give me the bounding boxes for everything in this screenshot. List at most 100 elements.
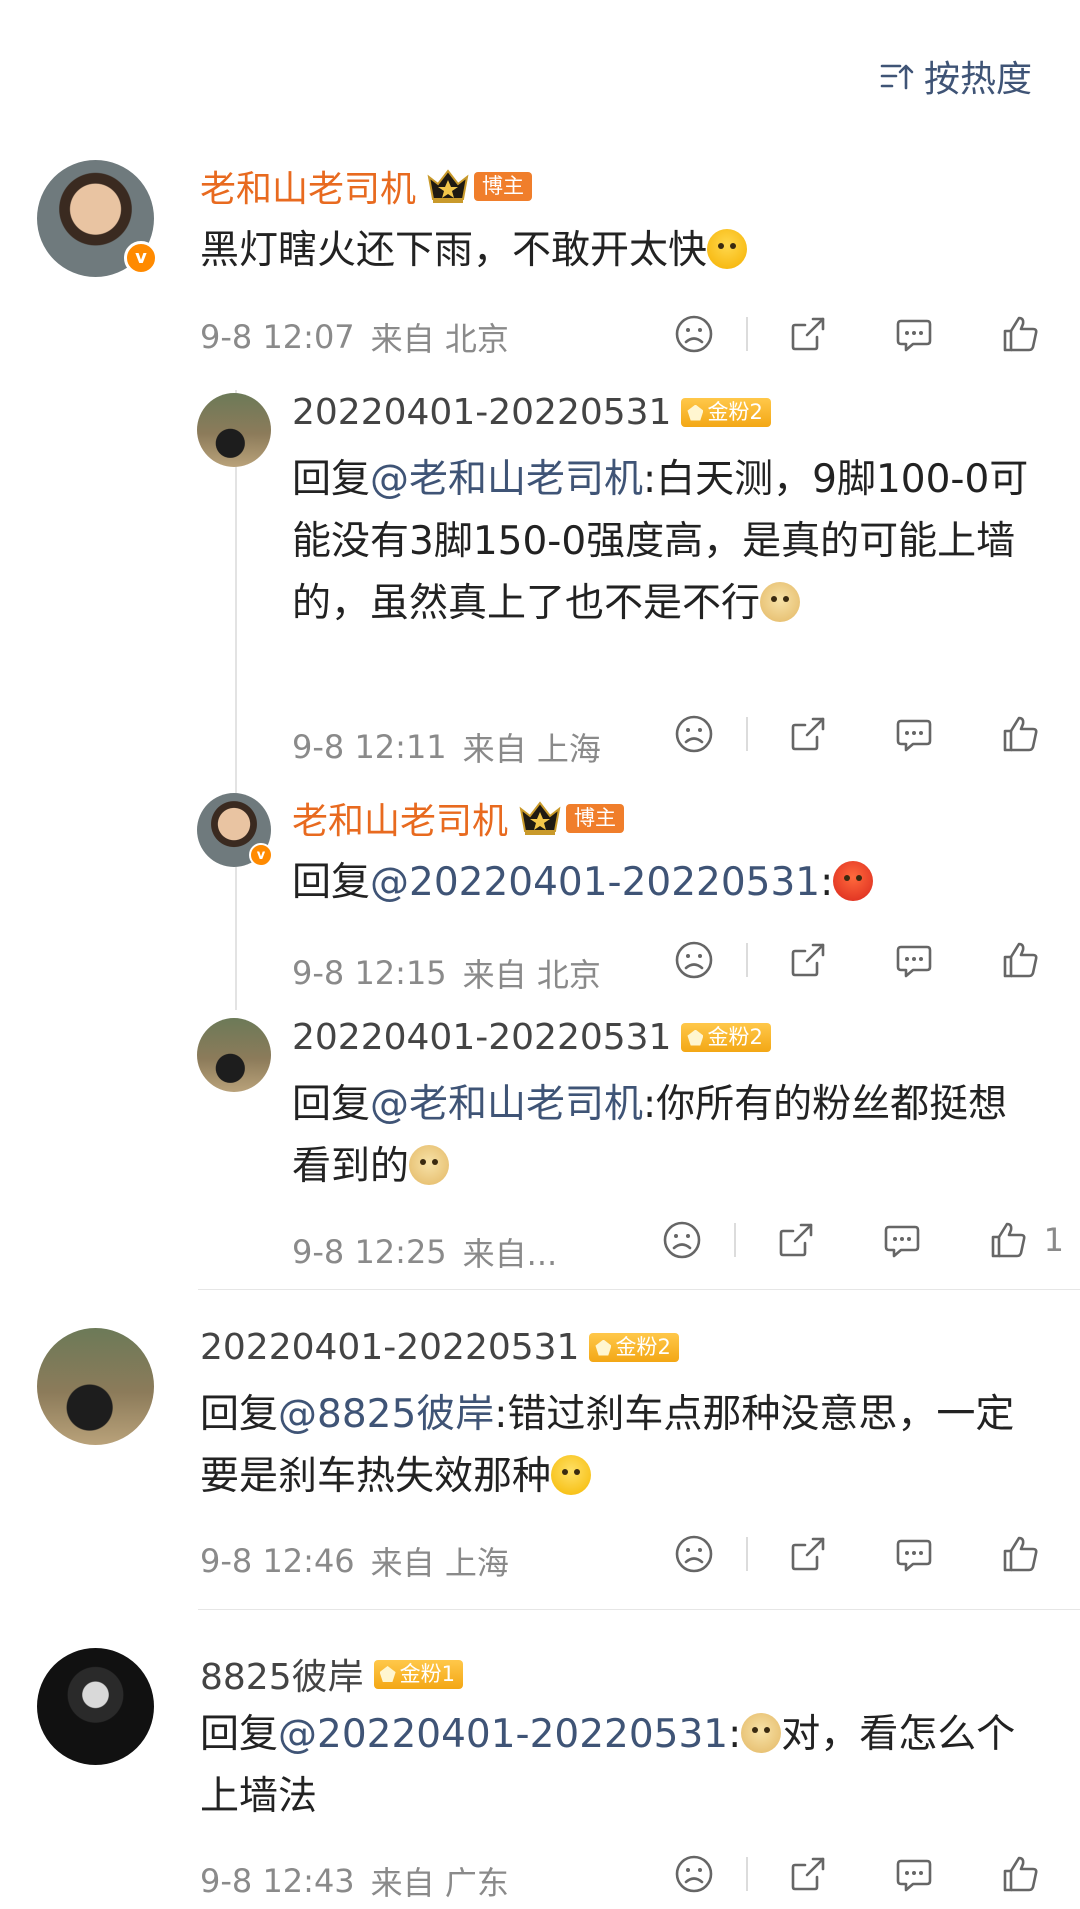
divider <box>746 717 748 751</box>
share-button[interactable] <box>786 1532 830 1576</box>
sort-label: 按热度 <box>923 59 1032 100</box>
gem-icon <box>379 1666 396 1682</box>
comment-icon <box>893 1533 935 1575</box>
reply-button[interactable] <box>892 938 936 982</box>
gem-icon <box>687 404 704 421</box>
doge-emoji-icon <box>760 582 801 622</box>
fan-badge: 金粉2 <box>681 1023 771 1052</box>
thread-line <box>235 390 237 1010</box>
comment-location: 来自 上海 <box>462 730 601 768</box>
thumbs-up-icon <box>999 713 1041 755</box>
divider <box>746 317 748 351</box>
comment-text: 回复@8825彼岸:错过刹车点那种没意思，一定要是刹车热失效那种 <box>200 1392 1015 1499</box>
gem-icon <box>595 1339 612 1356</box>
like-button[interactable] <box>986 1218 1030 1262</box>
username[interactable]: 20220401-20220531 <box>292 1017 671 1058</box>
dislike-button[interactable] <box>672 1532 716 1576</box>
verified-icon: v <box>249 843 273 867</box>
avatar[interactable] <box>197 393 271 467</box>
comment-location: 来自 北京 <box>462 956 601 994</box>
sort-by-hot-button[interactable]: 按热度 <box>878 50 1032 102</box>
blogger-badge: 博主 <box>566 803 625 833</box>
comment-icon <box>893 313 935 355</box>
divider <box>733 1223 736 1257</box>
dislike-button[interactable] <box>672 1852 716 1896</box>
share-icon <box>787 1853 829 1895</box>
dislike-button[interactable] <box>672 312 716 356</box>
share-icon <box>787 313 829 355</box>
dislike-button[interactable] <box>672 712 716 756</box>
dislike-button[interactable] <box>660 1218 704 1262</box>
comment-text: 回复@20220401-20220531: 对，看怎么个上墙法 <box>200 1712 1016 1819</box>
mention-link[interactable]: @老和山老司机 <box>370 1082 643 1127</box>
comment-icon <box>893 713 935 755</box>
mention-link[interactable]: @20220401-20220531 <box>370 860 820 905</box>
like-button[interactable] <box>998 1532 1042 1576</box>
comment-text: 黑灯瞎火还下雨，不敢开太快 <box>200 220 1040 282</box>
comment-location: 来自... <box>462 1235 558 1273</box>
like-button[interactable] <box>998 312 1042 356</box>
username[interactable]: 8825彼岸 <box>200 1648 364 1700</box>
reply-text: 回复@老和山老司机:你所有的粉丝都挺想看到的 <box>292 1082 1008 1189</box>
crown-icon <box>518 799 562 837</box>
dislike-button[interactable] <box>672 938 716 982</box>
comment-location: 来自 北京 <box>370 320 509 358</box>
divider <box>198 1609 1080 1610</box>
blogger-badge: 博主 <box>474 171 533 201</box>
divider <box>746 1537 748 1571</box>
sort-icon <box>880 64 914 90</box>
sad-face-icon <box>673 1533 715 1575</box>
share-icon <box>775 1219 817 1261</box>
reply-button[interactable] <box>892 1852 936 1896</box>
avatar[interactable]: v <box>197 793 273 867</box>
fan-badge: 金粉2 <box>681 398 771 427</box>
share-icon <box>787 939 829 981</box>
angry-emoji-icon <box>833 861 874 901</box>
reply-button[interactable] <box>892 712 936 756</box>
fan-badge: 金粉2 <box>589 1333 679 1362</box>
mention-link[interactable]: @8825彼岸 <box>278 1392 494 1437</box>
avatar[interactable]: v <box>37 160 158 277</box>
mention-link[interactable]: @老和山老司机 <box>370 457 643 502</box>
sad-face-icon <box>673 939 715 981</box>
like-button[interactable] <box>998 712 1042 756</box>
thumbs-up-icon <box>987 1219 1029 1261</box>
share-button[interactable] <box>786 312 830 356</box>
like-button[interactable] <box>998 938 1042 982</box>
sad-face-icon <box>673 1853 715 1895</box>
reply-button[interactable] <box>892 1532 936 1576</box>
avatar[interactable] <box>197 1018 271 1092</box>
doge-emoji-icon <box>741 1713 782 1753</box>
doge-emoji-icon <box>409 1145 450 1185</box>
fan-badge: 金粉1 <box>373 1659 463 1689</box>
divider <box>198 1289 1080 1290</box>
username[interactable]: 老和山老司机 <box>292 792 508 844</box>
thumbs-up-icon <box>999 939 1041 981</box>
share-icon <box>787 713 829 755</box>
comment-time: 9-8 12:43 <box>200 1862 355 1900</box>
mention-link[interactable]: @20220401-20220531 <box>278 1712 728 1757</box>
comment-icon <box>893 1853 935 1895</box>
comment-location: 来自 广东 <box>370 1864 509 1902</box>
thumbs-up-icon <box>999 1533 1041 1575</box>
share-button[interactable] <box>774 1218 818 1262</box>
avatar[interactable] <box>37 1648 154 1765</box>
comment-time: 9-8 12:15 <box>292 954 447 992</box>
like-button[interactable] <box>998 1852 1042 1896</box>
share-icon <box>787 1533 829 1575</box>
username[interactable]: 20220401-20220531 <box>200 1327 579 1368</box>
avatar[interactable] <box>37 1328 154 1445</box>
share-button[interactable] <box>786 712 830 756</box>
reply-button[interactable] <box>880 1218 924 1262</box>
reply-button[interactable] <box>892 312 936 356</box>
comment-time: 9-8 12:25 <box>292 1233 447 1271</box>
share-button[interactable] <box>786 1852 830 1896</box>
divider <box>746 943 748 977</box>
verified-icon: v <box>124 241 158 275</box>
username[interactable]: 20220401-20220531 <box>292 392 671 433</box>
comment-icon <box>893 939 935 981</box>
like-count: 1 <box>1043 1221 1064 1259</box>
username[interactable]: 老和山老司机 <box>200 160 416 212</box>
share-button[interactable] <box>786 938 830 982</box>
comment-icon <box>881 1219 923 1261</box>
